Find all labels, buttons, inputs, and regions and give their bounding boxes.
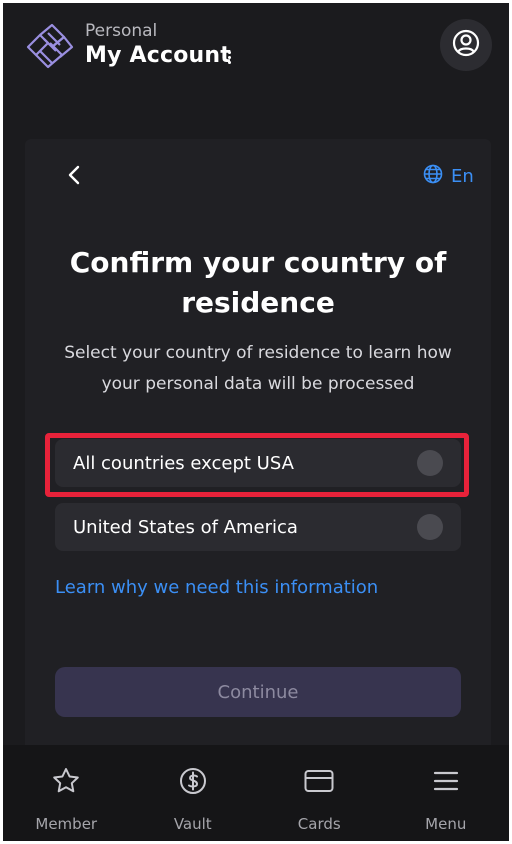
nav-item-cards[interactable]: Cards <box>256 745 383 841</box>
highlight-box <box>45 433 469 497</box>
nav-item-member[interactable]: Member <box>3 745 130 841</box>
nav-label: Cards <box>297 815 341 833</box>
nav-item-vault[interactable]: Vault <box>130 745 257 841</box>
back-button[interactable] <box>63 163 87 187</box>
user-circle-icon <box>451 28 481 62</box>
continue-button[interactable]: Continue <box>55 667 461 717</box>
kebab-icon[interactable] <box>223 49 235 71</box>
bottom-nav: Member Vault Cards Menu <box>3 745 509 841</box>
nav-item-menu[interactable]: Menu <box>383 745 510 841</box>
globe-icon <box>423 164 443 189</box>
nav-label: Menu <box>425 815 467 833</box>
page-subtitle: Select your country of residence to lear… <box>64 343 452 394</box>
account-type-label: Personal <box>85 21 158 41</box>
chevron-left-icon <box>63 165 87 191</box>
country-option-usa[interactable]: United States of America <box>55 503 461 551</box>
dollar-coin-icon <box>177 765 209 797</box>
brand-logo-icon[interactable] <box>22 19 78 75</box>
learn-why-link[interactable]: Learn why we need this information <box>55 577 378 598</box>
account-name[interactable]: My Account <box>85 43 231 68</box>
hamburger-menu-icon <box>430 765 462 797</box>
language-selector[interactable]: En <box>423 163 474 189</box>
nav-label: Vault <box>173 815 212 833</box>
radio-button[interactable] <box>417 514 443 540</box>
profile-button[interactable] <box>440 19 492 71</box>
nav-label: Member <box>35 815 98 833</box>
header: Personal My Account <box>3 3 509 93</box>
language-label: En <box>451 165 474 187</box>
star-icon <box>50 765 82 797</box>
page-title: Confirm your country of residence <box>69 246 447 319</box>
app-screen: Personal My Account En Confirm your coun… <box>3 3 509 841</box>
option-label: United States of America <box>73 516 298 538</box>
card-icon <box>303 765 335 797</box>
